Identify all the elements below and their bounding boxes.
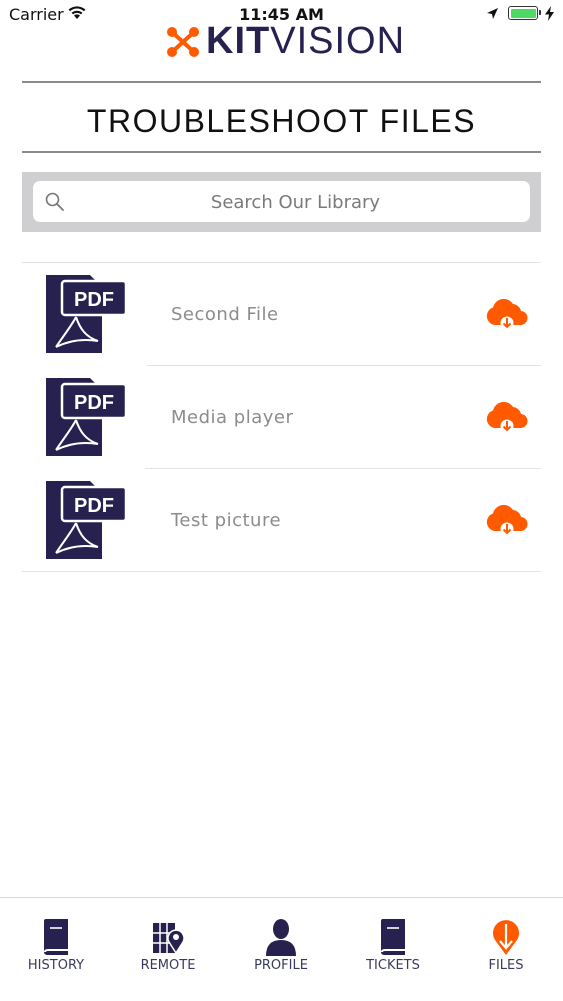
tab-label: HISTORY [27, 958, 85, 973]
tab-remote[interactable]: REMOTE [118, 918, 218, 973]
download-pin-icon [493, 920, 519, 955]
book-icon [381, 919, 405, 955]
search-input[interactable] [73, 181, 518, 224]
file-row[interactable]: PDF Test picture [22, 469, 541, 572]
search-icon [45, 192, 64, 211]
book-icon [44, 919, 68, 955]
tab-bar: HISTORY REMOTE PROFILE TICKETS FILES [0, 897, 563, 1001]
search-bar [22, 172, 541, 232]
cloud-download-icon[interactable] [484, 503, 530, 537]
logo-mark-icon [167, 27, 199, 57]
logo-wordmark-light: VISION [270, 20, 406, 62]
tab-profile[interactable]: PROFILE [231, 918, 331, 973]
logo-wordmark-bold: KIT [206, 20, 271, 62]
tab-label: FILES [488, 958, 524, 973]
file-row[interactable]: PDF Second File [22, 263, 541, 366]
battery-icon [508, 6, 541, 20]
file-name: Media player [171, 407, 294, 428]
tab-label: REMOTE [140, 958, 196, 973]
file-row[interactable]: PDF Media player [22, 366, 541, 469]
pdf-badge: PDF [74, 289, 114, 311]
search-field[interactable] [33, 181, 530, 224]
cloud-download-icon[interactable] [484, 400, 530, 434]
pdf-file-icon: PDF [46, 481, 128, 559]
charging-bolt-icon [545, 6, 554, 21]
logo-wordmark: KITVISION [206, 20, 405, 63]
title-divider-bottom [22, 151, 541, 153]
cloud-download-icon[interactable] [484, 297, 530, 331]
pdf-badge: PDF [74, 495, 114, 517]
tab-history[interactable]: HISTORY [6, 918, 106, 973]
tab-tickets[interactable]: TICKETS [343, 918, 443, 973]
tab-files[interactable]: FILES [456, 918, 556, 973]
tab-label: PROFILE [254, 958, 308, 973]
location-arrow-icon [487, 8, 498, 19]
tab-label: TICKETS [366, 958, 420, 973]
pdf-badge: PDF [74, 392, 114, 414]
kitvision-logo: KITVISION [166, 20, 406, 63]
row-divider [22, 571, 541, 572]
person-icon [266, 919, 296, 956]
file-name: Second File [171, 304, 279, 325]
file-name: Test picture [171, 510, 282, 531]
page-title: TROUBLESHOOT FILES [86, 103, 477, 139]
pdf-file-icon: PDF [46, 275, 128, 353]
title-divider-top [22, 81, 541, 83]
map-pin-icon [153, 923, 185, 955]
pdf-file-icon: PDF [46, 378, 128, 456]
